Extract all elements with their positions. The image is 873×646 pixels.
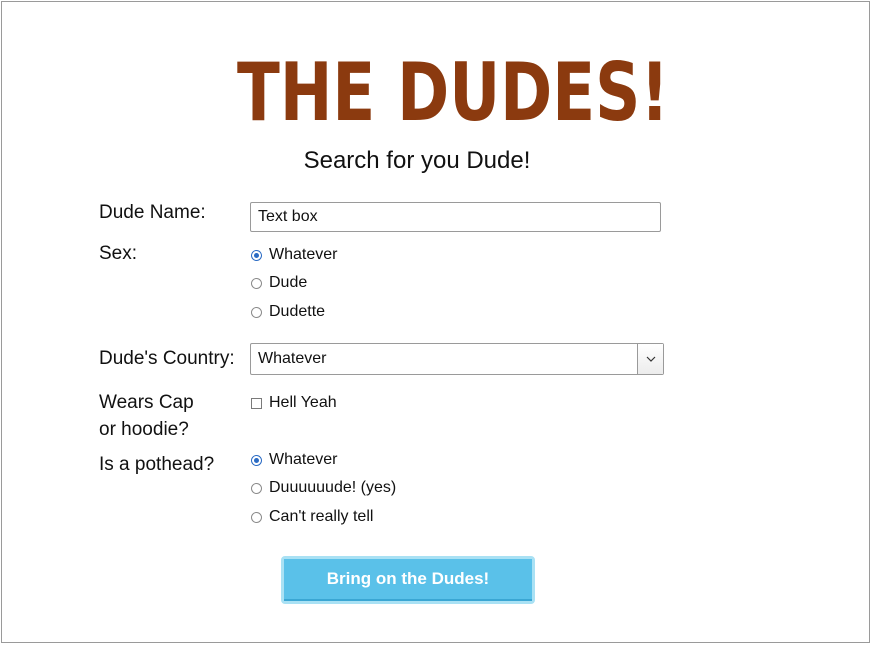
pothead-label: Is a pothead?: [99, 454, 215, 475]
submit-button[interactable]: Bring on the Dudes!: [284, 559, 532, 601]
sex-option-label: Dude: [269, 274, 308, 291]
sex-label: Sex:: [99, 243, 138, 264]
cap-option-label: Hell Yeah: [269, 394, 337, 411]
checkbox-icon[interactable]: [251, 397, 262, 409]
sex-option-dude[interactable]: Dude: [251, 274, 307, 292]
country-selected-value: Whatever: [258, 350, 327, 367]
pothead-option-label: Whatever: [269, 451, 338, 468]
page-frame: THE DUDES! Search for you Dude! Dude Nam…: [1, 1, 870, 643]
radio-icon[interactable]: [251, 482, 262, 494]
logo-text: THE DUDES!: [237, 46, 669, 134]
pothead-option-label: Can't really tell: [269, 508, 374, 525]
pothead-option-whatever[interactable]: Whatever: [251, 451, 337, 469]
pothead-option-label: Duuuuuude! (yes): [269, 479, 397, 496]
country-label: Dude's Country:: [99, 348, 235, 369]
radio-selected-icon[interactable]: [251, 454, 262, 466]
radio-icon[interactable]: [251, 277, 262, 289]
radio-icon[interactable]: [251, 511, 262, 523]
logo: THE DUDES!: [234, 44, 674, 139]
cap-label: Wears Cap or hoodie?: [99, 389, 194, 443]
radio-icon[interactable]: [251, 306, 262, 318]
cap-label-line2: or hoodie?: [99, 419, 189, 440]
sex-option-label: Whatever: [269, 246, 338, 263]
pothead-option-yes[interactable]: Duuuuuude! (yes): [251, 479, 396, 497]
page-title: Search for you Dude!: [303, 147, 531, 174]
dude-name-label: Dude Name:: [99, 202, 206, 223]
dude-name-input[interactable]: [250, 202, 661, 232]
sex-option-label: Dudette: [269, 303, 326, 320]
country-select[interactable]: Whatever: [250, 343, 664, 375]
chevron-down-icon[interactable]: [637, 344, 663, 374]
radio-selected-icon[interactable]: [251, 249, 262, 261]
cap-checkbox-option[interactable]: Hell Yeah: [251, 394, 337, 412]
pothead-option-cant-tell[interactable]: Can't really tell: [251, 508, 373, 526]
cap-label-line1: Wears Cap: [99, 392, 194, 413]
sex-option-whatever[interactable]: Whatever: [251, 246, 337, 264]
sex-option-dudette[interactable]: Dudette: [251, 303, 325, 321]
submit-button-focus-ring: Bring on the Dudes!: [281, 556, 535, 604]
